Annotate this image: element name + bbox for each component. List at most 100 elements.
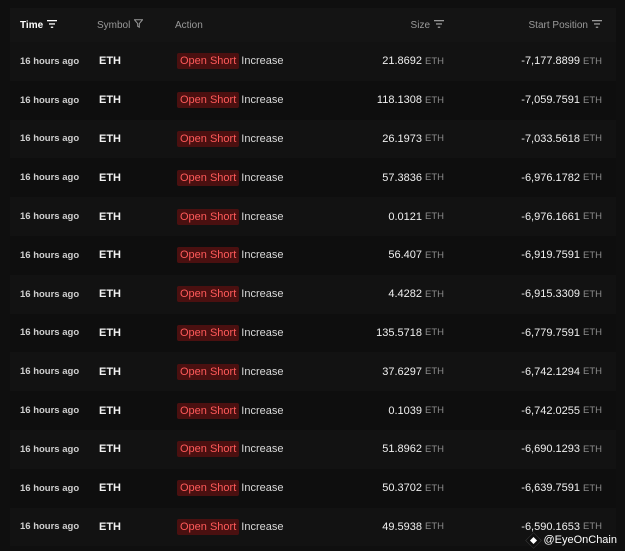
row-time: 16 hours ago [20, 55, 80, 67]
table-header: Time Symbol Action Size Start Position [10, 8, 616, 42]
row-symbol[interactable]: ETH [99, 81, 121, 120]
row-start-position: -7,033.5618 ETH [521, 132, 602, 145]
action-detail: Increase [241, 94, 284, 107]
row-time: 16 hours ago [20, 366, 80, 378]
row-size: 26.1973 ETH [382, 132, 444, 145]
open-short-badge: Open Short [177, 130, 240, 147]
sort-icon[interactable] [434, 19, 444, 31]
table-row[interactable]: 16 hours ago ETH Open Short Increase 118… [10, 80, 616, 120]
row-action: Open Short Increase [177, 197, 283, 236]
open-short-badge: Open Short [177, 208, 240, 225]
open-short-badge: Open Short [177, 324, 240, 341]
row-action: Open Short Increase [177, 314, 283, 353]
table-row[interactable]: 16 hours ago ETH Open Short Increase 21.… [10, 42, 616, 81]
row-symbol[interactable]: ETH [99, 275, 121, 314]
action-detail: Increase [241, 520, 284, 533]
filter-icon[interactable] [133, 19, 144, 31]
action-detail: Increase [241, 482, 284, 495]
open-short-badge: Open Short [177, 480, 240, 497]
row-start-position: -6,742.1294 ETH [521, 365, 602, 378]
row-time: 16 hours ago [20, 405, 80, 417]
action-detail: Increase [241, 171, 284, 184]
row-time: 16 hours ago [20, 133, 80, 145]
header-action: Action [175, 19, 203, 31]
table-row[interactable]: 16 hours ago ETH Open Short Increase 51.… [10, 429, 616, 469]
row-symbol[interactable]: ETH [99, 197, 121, 236]
table-row[interactable]: 16 hours ago ETH Open Short Increase 26.… [10, 119, 616, 159]
row-symbol[interactable]: ETH [99, 158, 121, 197]
header-start-position[interactable]: Start Position [529, 8, 602, 42]
row-time: 16 hours ago [20, 443, 80, 455]
row-size: 57.3836 ETH [382, 171, 444, 184]
trades-table: Time Symbol Action Size Start Position 1… [10, 8, 616, 547]
row-action: Open Short Increase [177, 120, 283, 159]
header-symbol[interactable]: Symbol [97, 8, 144, 42]
row-symbol[interactable]: ETH [99, 352, 121, 391]
row-size: 37.6297 ETH [382, 365, 444, 378]
row-time: 16 hours ago [20, 327, 80, 339]
open-short-badge: Open Short [177, 363, 240, 380]
open-short-badge: Open Short [177, 169, 240, 186]
row-start-position: -7,059.7591 ETH [521, 94, 602, 107]
header-time[interactable]: Time [20, 8, 58, 42]
row-symbol[interactable]: ETH [99, 236, 121, 275]
row-time: 16 hours ago [20, 521, 80, 533]
row-action: Open Short Increase [177, 275, 283, 314]
binance-logo-icon [526, 532, 542, 548]
row-size: 118.1308 ETH [376, 94, 444, 107]
row-symbol[interactable]: ETH [99, 469, 121, 508]
row-symbol[interactable]: ETH [99, 508, 121, 547]
open-short-badge: Open Short [177, 53, 240, 70]
row-symbol[interactable]: ETH [99, 430, 121, 469]
sort-icon[interactable] [47, 19, 58, 31]
row-symbol[interactable]: ETH [99, 42, 121, 81]
open-short-badge: Open Short [177, 518, 240, 535]
row-symbol[interactable]: ETH [99, 120, 121, 159]
row-start-position: -6,742.0255 ETH [521, 404, 602, 417]
row-start-position: -7,177.8899 ETH [521, 55, 602, 68]
row-time: 16 hours ago [20, 94, 80, 106]
table-row[interactable]: 16 hours ago ETH Open Short Increase 135… [10, 313, 616, 353]
row-action: Open Short Increase [177, 158, 283, 197]
row-symbol[interactable]: ETH [99, 391, 121, 430]
table-row[interactable]: 16 hours ago ETH Open Short Increase 0.1… [10, 391, 616, 430]
header-size[interactable]: Size [411, 8, 444, 42]
row-start-position: -6,976.1782 ETH [521, 171, 602, 184]
row-time: 16 hours ago [20, 288, 80, 300]
table-row[interactable]: 16 hours ago ETH Open Short Increase 4.4… [10, 274, 616, 314]
open-short-badge: Open Short [177, 286, 240, 303]
row-size: 0.1039 ETH [388, 404, 444, 417]
row-start-position: -6,915.3309 ETH [521, 288, 602, 301]
row-start-position: -6,919.7591 ETH [521, 249, 602, 262]
row-time: 16 hours ago [20, 211, 80, 223]
row-symbol[interactable]: ETH [99, 314, 121, 353]
table-row[interactable]: 16 hours ago ETH Open Short Increase 50.… [10, 468, 616, 508]
row-size: 49.5938 ETH [382, 520, 444, 533]
action-detail: Increase [241, 288, 284, 301]
row-action: Open Short Increase [177, 352, 283, 391]
row-action: Open Short Increase [177, 236, 283, 275]
row-start-position: -6,779.7591 ETH [521, 326, 602, 339]
row-time: 16 hours ago [20, 249, 80, 261]
row-size: 135.5718 ETH [376, 326, 444, 339]
row-size: 4.4282 ETH [388, 288, 444, 301]
action-detail: Increase [241, 210, 284, 223]
row-action: Open Short Increase [177, 430, 283, 469]
table-row[interactable]: 16 hours ago ETH Open Short Increase 37.… [10, 352, 616, 392]
table-body: 16 hours ago ETH Open Short Increase 21.… [10, 42, 616, 547]
open-short-badge: Open Short [177, 402, 240, 419]
action-detail: Increase [241, 365, 284, 378]
open-short-badge: Open Short [177, 92, 240, 109]
action-detail: Increase [241, 443, 284, 456]
row-size: 0.0121 ETH [388, 210, 444, 223]
table-row[interactable]: 16 hours ago ETH Open Short Increase 56.… [10, 235, 616, 275]
row-start-position: -6,690.1293 ETH [521, 443, 602, 456]
table-row[interactable]: 16 hours ago ETH Open Short Increase 57.… [10, 158, 616, 198]
sort-icon[interactable] [592, 19, 602, 31]
row-start-position: -6,639.7591 ETH [521, 482, 602, 495]
table-row[interactable]: 16 hours ago ETH Open Short Increase 0.0… [10, 197, 616, 236]
row-action: Open Short Increase [177, 81, 283, 120]
action-detail: Increase [241, 249, 284, 262]
row-action: Open Short Increase [177, 508, 283, 547]
row-size: 21.8692 ETH [382, 55, 444, 68]
